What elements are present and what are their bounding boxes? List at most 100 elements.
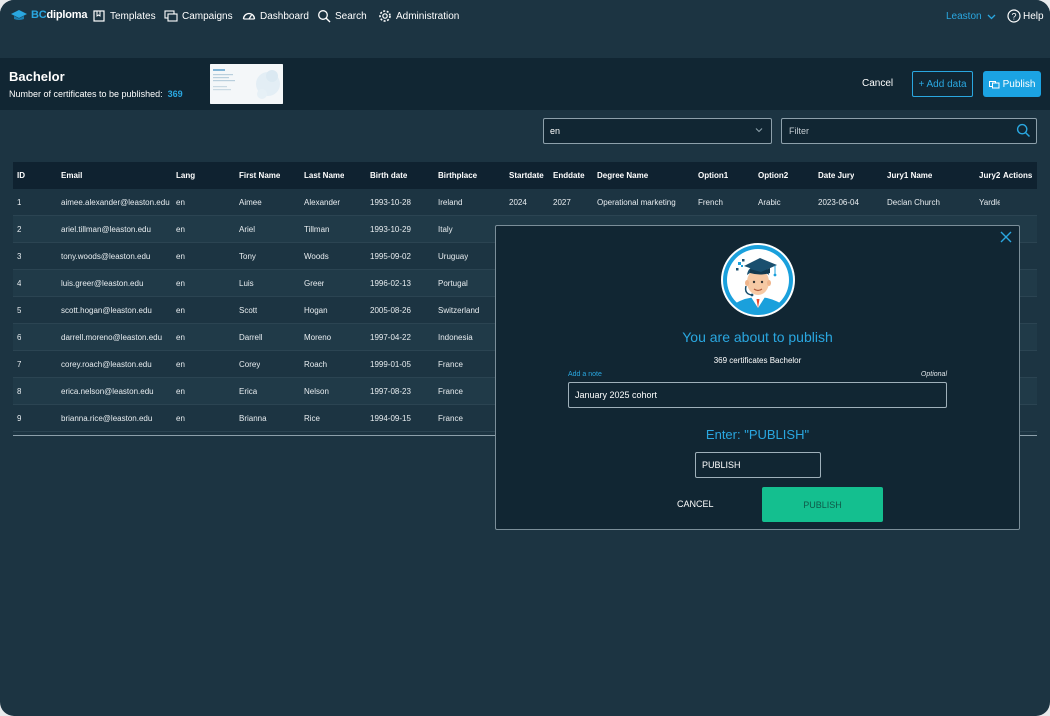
column-header[interactable]: Enddate — [553, 162, 585, 189]
dashboard-icon — [242, 12, 256, 20]
cell-jury1-name: Declan Church — [887, 198, 940, 207]
cell-id: 4 — [17, 279, 22, 288]
chevron-down-icon — [755, 128, 763, 133]
column-header[interactable]: Option2 — [758, 162, 788, 189]
column-header[interactable]: Birth date — [370, 162, 407, 189]
cell-birth-date: 1997-04-22 — [370, 333, 411, 342]
bcdiploma-logo[interactable]: BCdiploma — [10, 9, 87, 21]
nav-campaigns[interactable]: Campaigns — [164, 9, 233, 23]
modal-publish-button[interactable]: PUBLISH — [762, 487, 883, 522]
cell-birthplace: France — [438, 360, 463, 369]
cell-last-name: Alexander — [304, 198, 341, 207]
nav-dashboard[interactable]: Dashboard — [242, 9, 309, 23]
gear-icon — [379, 10, 391, 22]
cell-birthplace: Ireland — [438, 198, 463, 207]
cell-jury2-name: Yardley — [979, 198, 1000, 207]
cell-email: erica.nelson@leaston.edu — [61, 387, 154, 396]
column-header[interactable]: ID — [17, 162, 25, 189]
graduation-cap-logo-icon — [11, 10, 27, 20]
certificate-count-row: Number of certificates to be published: … — [9, 89, 183, 99]
cell-last-name: Woods — [304, 252, 329, 261]
column-header[interactable]: Degree Name — [597, 162, 648, 189]
cell-email: corey.roach@leaston.edu — [61, 360, 152, 369]
column-header[interactable]: Email — [61, 162, 82, 189]
cell-last-name: Nelson — [304, 387, 329, 396]
column-header[interactable]: Last Name — [304, 162, 344, 189]
cell-birth-date: 1999-01-05 — [370, 360, 411, 369]
cell-birth-date: 1993-10-28 — [370, 198, 411, 207]
cell-option1: French — [698, 198, 723, 207]
cell-lang: en — [176, 279, 185, 288]
cell-email: brianna.rice@leaston.edu — [61, 414, 153, 423]
help-icon: ? — [1007, 9, 1021, 23]
add-data-button[interactable]: + Add data — [912, 71, 973, 97]
cell-last-name: Hogan — [304, 306, 328, 315]
close-icon[interactable] — [1000, 231, 1012, 243]
cell-startdate: 2024 — [509, 198, 527, 207]
column-header[interactable]: Birthplace — [438, 162, 477, 189]
search-icon[interactable] — [1016, 123, 1031, 138]
template-icon — [93, 10, 105, 22]
cell-first-name: Ariel — [239, 225, 256, 234]
cell-last-name: Moreno — [304, 333, 332, 342]
cell-id: 7 — [17, 360, 22, 369]
column-header: Actions — [1003, 171, 1033, 180]
cell-id: 6 — [17, 333, 22, 342]
column-header[interactable]: Date Jury — [818, 162, 854, 189]
language-select[interactable]: en — [543, 118, 772, 144]
column-header[interactable]: Lang — [176, 162, 195, 189]
certificate-count-label: Number of certificates to be published: — [9, 89, 163, 99]
graduate-avatar-icon — [721, 243, 795, 317]
cell-last-name: Roach — [304, 360, 328, 369]
column-header[interactable]: First Name — [239, 162, 280, 189]
column-header[interactable]: Jury1 Name — [887, 162, 932, 189]
cancel-button[interactable]: Cancel — [862, 78, 893, 89]
nav-templates[interactable]: Templates — [92, 9, 156, 23]
language-select-value: en — [550, 126, 561, 136]
note-input[interactable] — [568, 382, 947, 408]
cell-last-name: Rice — [304, 414, 321, 423]
filter-field[interactable] — [781, 118, 1037, 144]
cell-email: tony.woods@leaston.edu — [61, 252, 151, 261]
cell-date-jury: 2023-06-04 — [818, 198, 859, 207]
nav-search[interactable]: Search — [317, 9, 367, 23]
organization-name: Leaston — [946, 11, 982, 22]
help-link[interactable]: ? Help — [1007, 9, 1044, 23]
confirm-publish-input[interactable] — [695, 452, 821, 478]
modal-cancel-button[interactable]: CANCEL — [677, 499, 714, 509]
cell-first-name: Aimee — [239, 198, 262, 207]
publish-button-label: Publish — [1002, 78, 1036, 90]
cell-lang: en — [176, 414, 185, 423]
organization-switcher[interactable]: Leaston — [946, 11, 996, 22]
cell-first-name: Luis — [239, 279, 254, 288]
cell-lang: en — [176, 198, 185, 207]
column-header[interactable]: Startdate — [509, 162, 544, 189]
cell-enddate: 2027 — [553, 198, 571, 207]
cell-birthplace: Switzerland — [438, 306, 480, 315]
chevron-down-icon — [987, 14, 996, 19]
cell-first-name: Scott — [239, 306, 258, 315]
cell-email: aimee.alexander@leaston.edu — [61, 198, 170, 207]
cell-birth-date: 1997-08-23 — [370, 387, 411, 396]
cell-lang: en — [176, 387, 185, 396]
confirm-instruction: Enter: "PUBLISH" — [705, 427, 810, 442]
cell-birthplace: Uruguay — [438, 252, 469, 261]
nav-search-label: Search — [335, 10, 367, 22]
logo-text: BCdiploma — [31, 9, 88, 21]
cell-birthplace: France — [438, 414, 463, 423]
cell-last-name: Greer — [304, 279, 325, 288]
certificate-thumbnail[interactable] — [210, 64, 283, 104]
filter-input[interactable] — [782, 119, 1010, 143]
table-row[interactable]: 1 aimee.alexander@leaston.edu en Aimee A… — [13, 189, 1037, 216]
cell-first-name: Tony — [239, 252, 256, 261]
modal-subtitle: 369 certificates Bachelor — [713, 356, 802, 365]
help-label: Help — [1023, 10, 1044, 22]
column-header[interactable]: Jury2 — [979, 162, 1000, 189]
cell-id: 1 — [17, 198, 22, 207]
column-header[interactable]: Option1 — [698, 162, 728, 189]
cell-lang: en — [176, 252, 185, 261]
publish-button[interactable]: Publish — [983, 71, 1041, 97]
cell-email: darrell.moreno@leaston.edu — [61, 333, 163, 342]
cell-birthplace: France — [438, 387, 463, 396]
nav-administration[interactable]: Administration — [378, 9, 459, 23]
